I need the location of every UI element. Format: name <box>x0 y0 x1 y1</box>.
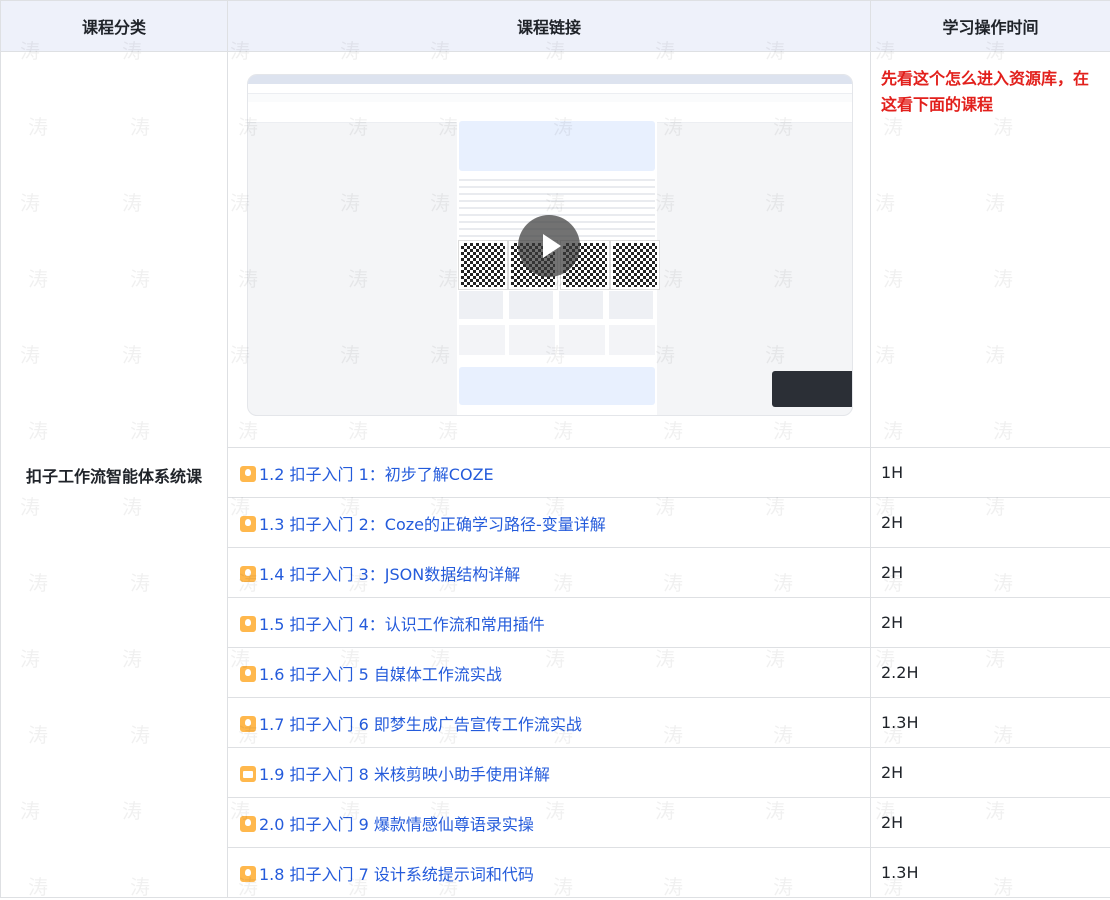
course-link[interactable]: 2.0 扣子入门 9 爆款情感仙尊语录实操 <box>240 815 534 834</box>
qr-code-icon <box>459 241 507 289</box>
course-link[interactable]: 1.9 扣子入门 8 米核剪映小助手使用详解 <box>240 765 550 784</box>
instruction-note: 先看这个怎么进入资源库，在这看下面的课程 <box>871 52 1110 448</box>
video-cell <box>228 52 871 448</box>
course-title: 1.3 扣子入门 2：Coze的正确学习路径-变量详解 <box>259 515 606 534</box>
course-time: 2H <box>871 748 1110 798</box>
course-link-cell: 2.0 扣子入门 9 爆款情感仙尊语录实操 <box>228 798 871 848</box>
course-time: 2.2H <box>871 648 1110 698</box>
video-toast <box>772 371 852 407</box>
browser-addressbar <box>248 84 852 94</box>
play-icon[interactable] <box>518 215 580 277</box>
course-link[interactable]: 1.8 扣子入门 7 设计系统提示词和代码 <box>240 865 534 884</box>
doc-thumbnails <box>459 291 655 319</box>
course-title: 1.4 扣子入门 3：JSON数据结构详解 <box>259 565 520 584</box>
header-link: 课程链接 <box>228 1 871 52</box>
course-link-cell: 1.8 扣子入门 7 设计系统提示词和代码 <box>228 848 871 898</box>
lightbulb-icon <box>240 866 256 882</box>
lightbulb-icon <box>240 616 256 632</box>
course-link[interactable]: 1.6 扣子入门 5 自媒体工作流实战 <box>240 665 502 684</box>
lightbulb-icon <box>240 466 256 482</box>
browser-bookmarks <box>248 94 852 102</box>
lightbulb-icon <box>240 716 256 732</box>
video-icon <box>240 766 256 782</box>
course-time: 1.3H <box>871 698 1110 748</box>
course-title: 1.6 扣子入门 5 自媒体工作流实战 <box>259 665 502 684</box>
category-cell: 扣子工作流智能体系统课 <box>1 52 228 898</box>
doc-cards <box>459 325 655 355</box>
course-time: 1.3H <box>871 848 1110 898</box>
lightbulb-icon <box>240 566 256 582</box>
course-link[interactable]: 1.7 扣子入门 6 即梦生成广告宣传工作流实战 <box>240 715 582 734</box>
course-title: 2.0 扣子入门 9 爆款情感仙尊语录实操 <box>259 815 534 834</box>
course-link[interactable]: 1.3 扣子入门 2：Coze的正确学习路径-变量详解 <box>240 515 606 534</box>
course-link-cell: 1.4 扣子入门 3：JSON数据结构详解 <box>228 548 871 598</box>
course-time: 2H <box>871 798 1110 848</box>
course-link[interactable]: 1.5 扣子入门 4：认识工作流和常用插件 <box>240 615 545 634</box>
course-link-cell: 1.3 扣子入门 2：Coze的正确学习路径-变量详解 <box>228 498 871 548</box>
header-category: 课程分类 <box>1 1 228 52</box>
doc-intro-block <box>459 121 655 171</box>
course-time: 2H <box>871 598 1110 648</box>
lightbulb-icon <box>240 516 256 532</box>
course-link-cell: 1.5 扣子入门 4：认识工作流和常用插件 <box>228 598 871 648</box>
course-link-cell: 1.2 扣子入门 1：初步了解COZE <box>228 448 871 498</box>
course-time: 2H <box>871 498 1110 548</box>
course-link-cell: 1.7 扣子入门 6 即梦生成广告宣传工作流实战 <box>228 698 871 748</box>
course-table: 课程分类 课程链接 学习操作时间 扣子工作流智能体系统课 <box>0 0 1110 898</box>
course-time: 2H <box>871 548 1110 598</box>
browser-tabbar <box>248 75 852 84</box>
video-player[interactable] <box>247 74 853 416</box>
course-title: 1.9 扣子入门 8 米核剪映小助手使用详解 <box>259 765 550 784</box>
course-title: 1.2 扣子入门 1：初步了解COZE <box>259 465 494 484</box>
course-time: 1H <box>871 448 1110 498</box>
course-link-cell: 1.6 扣子入门 5 自媒体工作流实战 <box>228 648 871 698</box>
course-link-cell: 1.9 扣子入门 8 米核剪映小助手使用详解 <box>228 748 871 798</box>
course-link[interactable]: 1.2 扣子入门 1：初步了解COZE <box>240 465 494 484</box>
course-title: 1.5 扣子入门 4：认识工作流和常用插件 <box>259 615 545 634</box>
doc-contact-block <box>459 367 655 405</box>
qr-code-icon <box>611 241 659 289</box>
header-row: 课程分类 课程链接 学习操作时间 <box>1 1 1110 52</box>
video-row: 扣子工作流智能体系统课 <box>1 52 1110 448</box>
header-time: 学习操作时间 <box>871 1 1110 52</box>
lightbulb-icon <box>240 666 256 682</box>
lightbulb-icon <box>240 816 256 832</box>
course-title: 1.8 扣子入门 7 设计系统提示词和代码 <box>259 865 534 884</box>
course-title: 1.7 扣子入门 6 即梦生成广告宣传工作流实战 <box>259 715 582 734</box>
course-link[interactable]: 1.4 扣子入门 3：JSON数据结构详解 <box>240 565 520 584</box>
